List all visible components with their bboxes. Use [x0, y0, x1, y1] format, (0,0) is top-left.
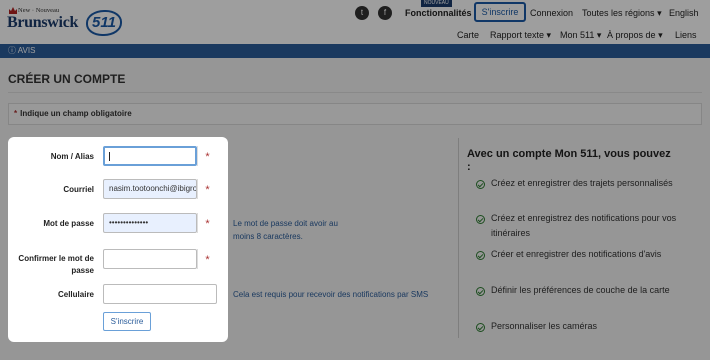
- benefit-text: Personnaliser les caméras: [491, 321, 598, 331]
- language-link[interactable]: English: [669, 8, 699, 18]
- logo-511-badge: 511: [86, 10, 122, 36]
- required-marker: *: [197, 213, 217, 233]
- email-input[interactable]: nasim.tootoonchi@ibigroup: [103, 179, 197, 199]
- check-circle-icon: [476, 323, 485, 332]
- twitter-icon[interactable]: t: [355, 6, 369, 20]
- facebook-icon[interactable]: f: [378, 6, 392, 20]
- chevron-down-icon: ▾: [596, 30, 602, 40]
- password-input[interactable]: ••••••••••••••: [103, 213, 197, 233]
- site-header: New · Nouveau Brunswick 511 t f NOUVEAU …: [0, 0, 710, 44]
- check-circle-icon: [476, 180, 485, 189]
- check-circle-icon: [476, 215, 485, 224]
- signup-button[interactable]: S'inscrire: [474, 2, 526, 22]
- password-value: ••••••••••••••: [109, 218, 149, 227]
- alias-input[interactable]: [103, 146, 197, 166]
- nav-links[interactable]: Liens: [675, 30, 697, 40]
- email-value: nasim.tootoonchi@ibigroup: [109, 184, 197, 193]
- required-star: *: [205, 151, 210, 163]
- alias-label: Nom / Alias: [50, 152, 94, 161]
- chevron-down-icon: ▾: [657, 8, 662, 18]
- benefit-text: Créez et enregistrer des trajets personn…: [491, 178, 673, 188]
- column-divider: [458, 138, 459, 338]
- required-note-text: Indique un champ obligatoire: [20, 109, 132, 118]
- logo-text: Brunswick: [7, 14, 79, 31]
- info-icon: ⓘ: [8, 46, 16, 55]
- benefit-text: Définir les préférences de couche de la …: [491, 285, 670, 295]
- benefits-title: Avec un compte Mon 511, vous pouvez :: [467, 148, 671, 173]
- check-circle-icon: [476, 251, 485, 260]
- required-note: * Indique un champ obligatoire: [8, 103, 702, 125]
- alert-label: AVIS: [17, 46, 36, 55]
- nav-my511-label: Mon 511: [560, 30, 595, 40]
- nav-text-report[interactable]: Rapport texte ▾: [490, 30, 551, 41]
- password-hint: Le mot de passe doit avoir au moins 8 ca…: [233, 219, 338, 241]
- benefit-item: Personnaliser les caméras: [476, 319, 677, 334]
- chevron-down-icon: ▾: [658, 30, 663, 40]
- required-star: *: [14, 109, 18, 118]
- benefit-text: Créez et enregistrez des notifications p…: [491, 213, 677, 238]
- login-link[interactable]: Connexion: [530, 8, 573, 18]
- nav-map[interactable]: Carte: [457, 30, 479, 40]
- alert-bar[interactable]: ⓘ AVIS: [0, 44, 710, 58]
- required-star: *: [205, 218, 210, 230]
- benefit-item: Créez et enregistrez des notifications p…: [476, 211, 677, 241]
- nav-about[interactable]: À propos de ▾: [607, 30, 663, 41]
- required-star: *: [205, 184, 210, 196]
- text-caret: [109, 152, 110, 161]
- nav-my511[interactable]: Mon 511 ▾: [560, 30, 601, 41]
- email-label: Courriel: [63, 185, 94, 194]
- nav-text-report-label: Rapport texte: [490, 30, 545, 40]
- required-marker: *: [197, 249, 217, 269]
- cell-label: Cellulaire: [57, 290, 94, 299]
- submit-button[interactable]: S'inscrire: [103, 312, 151, 331]
- required-marker: *: [197, 179, 217, 199]
- cell-input[interactable]: [103, 284, 217, 304]
- page-title: CRÉER UN COMPTE: [8, 72, 126, 86]
- cell-hint: Cela est requis pour recevoir des notifi…: [233, 290, 429, 299]
- check-circle-icon: [476, 287, 485, 296]
- site-logo[interactable]: New · Nouveau Brunswick 511: [6, 6, 126, 40]
- benefit-text: Créer et enregistrer des notifications d…: [491, 249, 662, 259]
- benefit-item: Créez et enregistrer des trajets personn…: [476, 176, 677, 191]
- confirm-password-input[interactable]: [103, 249, 197, 269]
- password-label: Mot de passe: [43, 219, 94, 228]
- regions-label: Toutes les régions: [582, 8, 655, 18]
- signup-form: Nom / Alias * Courriel nasim.tootoonchi@…: [8, 137, 228, 342]
- required-star: *: [205, 254, 210, 266]
- benefit-item: Créer et enregistrer des notifications d…: [476, 247, 677, 262]
- features-link[interactable]: Fonctionnalités: [405, 8, 472, 18]
- chevron-down-icon: ▾: [546, 30, 552, 40]
- required-marker: *: [197, 146, 217, 166]
- benefit-item: Définir les préférences de couche de la …: [476, 283, 677, 298]
- nav-about-label: À propos de: [607, 30, 656, 40]
- confirm-password-label: Confirmer le mot de passe: [18, 254, 94, 275]
- new-badge: NOUVEAU: [421, 0, 452, 7]
- logo-small-text: New · Nouveau: [18, 7, 60, 14]
- regions-dropdown[interactable]: Toutes les régions ▾: [582, 8, 662, 19]
- title-divider: [8, 92, 702, 93]
